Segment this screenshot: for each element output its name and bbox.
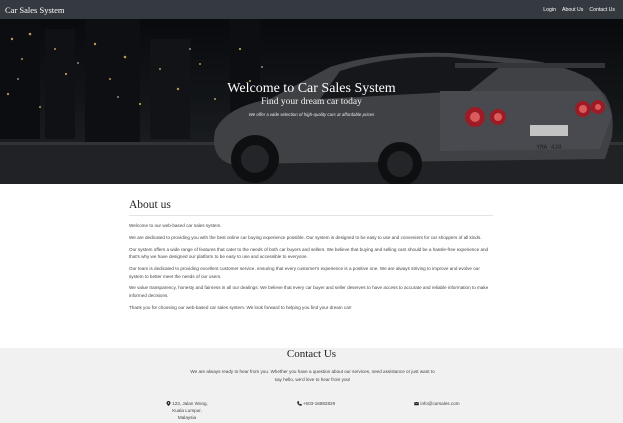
email-address[interactable]: info@carsales.com (420, 401, 459, 406)
phone-icon (297, 401, 302, 406)
about-divider (129, 215, 493, 216)
about-section: About us Welcome to our web-based car sa… (129, 199, 493, 315)
contact-intro: We are always ready to hear from you. Wh… (190, 369, 435, 382)
phone-number[interactable]: +603-16882829 (303, 401, 335, 406)
about-paragraph: Our team is dedicated to providing excel… (129, 265, 480, 279)
contact-email: info@carsales.com (407, 401, 467, 408)
about-paragraph: Thank you for choosing our web-based car… (129, 304, 352, 310)
nav-contact-link[interactable]: Contact Us (589, 7, 615, 13)
navbar: Car Sales System Login About Us Contact … (0, 0, 623, 19)
hero-title: Welcome to Car Sales System (227, 81, 396, 96)
nav-about-link[interactable]: About Us (562, 7, 583, 13)
contact-address: 123, Jalan Wong, Kuala Lumpur, Malaysia (158, 401, 216, 421)
address-line: Kuala Lumpur, (172, 407, 202, 413)
contact-heading: Contact Us (286, 348, 337, 360)
about-heading: About us (129, 199, 171, 211)
about-paragraph: We value transparency, honesty and fairn… (129, 285, 489, 298)
about-paragraph: Our system offers a wide range of featur… (129, 246, 489, 260)
license-plate: YMA 438 (536, 144, 562, 151)
envelope-icon (414, 401, 420, 406)
brand-logo[interactable]: Car Sales System (5, 5, 65, 15)
about-paragraph: We are dedicated to providing you with t… (129, 234, 482, 240)
address-line: Malaysia (177, 414, 197, 420)
about-paragraph: Welcome to our web-based car sales syste… (129, 223, 222, 228)
nav-links: Login About Us Contact Us (543, 7, 618, 13)
map-marker-icon (166, 401, 171, 406)
hero-subtitle: Find your dream car today (261, 97, 362, 107)
contact-phone: +603-16882829 (286, 401, 346, 408)
nav-login-link[interactable]: Login (543, 7, 556, 13)
hero-banner: Welcome to Car Sales System Find your dr… (0, 19, 623, 184)
contact-section: Contact Us We are always ready to hear f… (0, 348, 623, 423)
hero-tagline: We offer a wide selection of high-qualit… (248, 112, 375, 117)
address-line: 123, Jalan Wong, (172, 401, 208, 406)
